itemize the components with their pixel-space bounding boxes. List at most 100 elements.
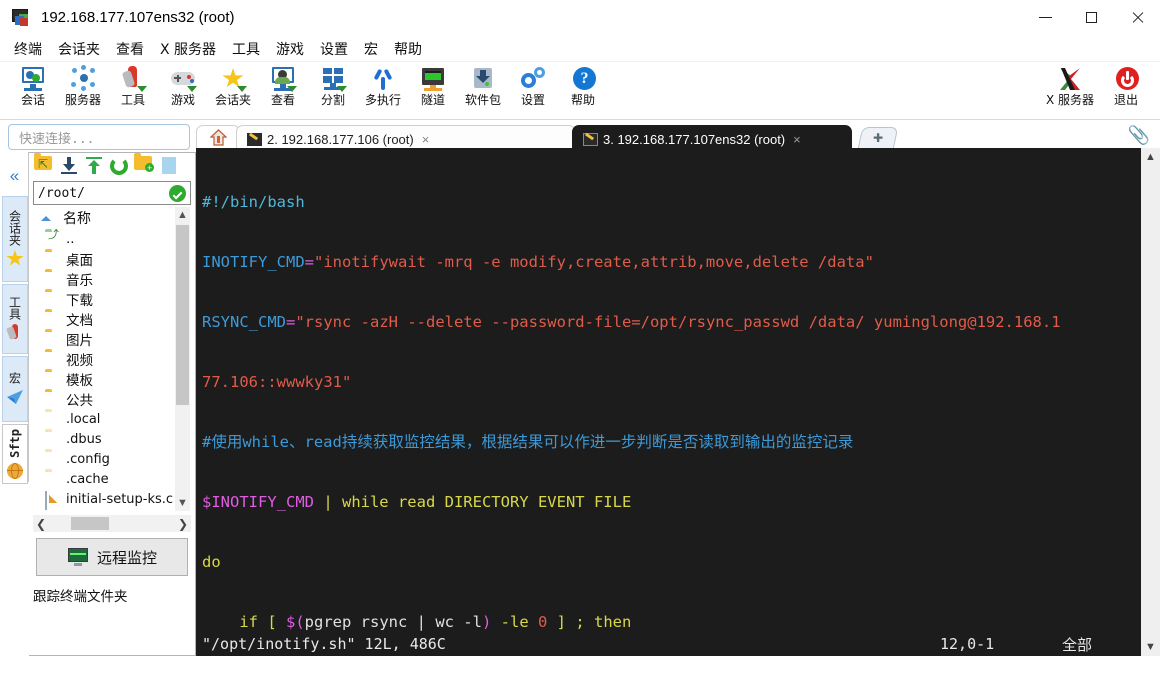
- servers-icon: [69, 65, 97, 93]
- sidebar-item-sftp[interactable]: Sftp: [2, 424, 28, 484]
- menu-item-settings[interactable]: 设置: [312, 37, 356, 61]
- tab-close-icon[interactable]: ×: [793, 132, 801, 147]
- menu-item-xserver[interactable]: X 服务器: [152, 37, 224, 61]
- scroll-down-icon[interactable]: ▼: [175, 495, 190, 511]
- chevron-down-icon[interactable]: ▼: [1141, 638, 1160, 656]
- scroll-left-icon[interactable]: ❮: [33, 517, 49, 531]
- parent-folder-icon[interactable]: ⇱: [34, 153, 54, 176]
- menu-item-macros[interactable]: 宏: [356, 37, 386, 61]
- list-item[interactable]: .config: [33, 449, 191, 469]
- chevron-up-icon[interactable]: ▲: [1141, 148, 1160, 166]
- close-button[interactable]: [1114, 0, 1160, 36]
- file-name: 文档: [66, 313, 93, 329]
- paperclip-icon[interactable]: 📎: [1126, 122, 1152, 148]
- terminal-scrollbar[interactable]: ▲ ▼: [1141, 148, 1160, 656]
- list-item[interactable]: ..: [33, 229, 191, 249]
- tab-label: 3. 192.168.177.107ens32 (root): [603, 132, 786, 147]
- scroll-right-icon[interactable]: ❯: [175, 517, 191, 531]
- list-item[interactable]: 模板: [33, 369, 191, 389]
- terminal-line: #使用while、read持续获取监控结果，根据结果可以作进一步判断是否读取到输…: [202, 433, 854, 451]
- menu-item-help[interactable]: 帮助: [386, 37, 430, 61]
- sidebar-item-macros[interactable]: 宏: [2, 356, 28, 422]
- file-list-vertical-scrollbar[interactable]: ▲ ▼: [175, 207, 190, 511]
- toolbar-button-session[interactable]: 会话: [8, 62, 58, 118]
- toolbar-right-group: X 服务器 退出: [1042, 62, 1160, 118]
- toolbar-label: 退出: [1113, 93, 1138, 107]
- status-scroll-indicator: 全部: [1062, 635, 1093, 654]
- remote-monitoring-button[interactable]: 远程监控: [36, 538, 188, 576]
- toolbar-button-packages[interactable]: 软件包: [458, 62, 508, 118]
- file-list-horizontal-scrollbar[interactable]: ❮ ❯: [33, 515, 191, 532]
- list-item[interactable]: 图片: [33, 329, 191, 349]
- new-folder-icon[interactable]: +: [134, 153, 154, 176]
- list-item[interactable]: .local: [33, 409, 191, 429]
- download-icon[interactable]: [59, 156, 79, 176]
- list-item[interactable]: 音乐: [33, 269, 191, 289]
- scroll-up-icon[interactable]: ▲: [175, 207, 190, 223]
- menu-item-terminal[interactable]: 终端: [6, 37, 50, 61]
- file-list[interactable]: .. 桌面 音乐 下载 文档 图片 视频 模板 公共 .local .dbus …: [33, 229, 191, 511]
- sidebar-item-sessions[interactable]: 会话夹: [2, 196, 28, 282]
- globe-icon: [6, 462, 24, 479]
- toolbar-button-xserver[interactable]: X 服务器: [1042, 62, 1098, 118]
- toolbar-button-sessions-folder[interactable]: 会话夹: [208, 62, 258, 118]
- menu-bar: 终端 会话夹 查看 X 服务器 工具 游戏 设置 宏 帮助: [0, 36, 1160, 62]
- list-item[interactable]: 文档: [33, 309, 191, 329]
- scrollbar-thumb[interactable]: [71, 517, 109, 530]
- terminal-line: do: [202, 553, 221, 571]
- hidden-folder-icon: [45, 452, 62, 466]
- sidebar-item-tools[interactable]: 工具: [2, 284, 28, 354]
- tools-icon: [6, 324, 24, 342]
- list-item[interactable]: 视频: [33, 349, 191, 369]
- file-list-header[interactable]: 名称: [33, 207, 191, 229]
- window-controls: [1022, 0, 1160, 36]
- list-item[interactable]: anaconda-ks.cfg: [33, 509, 191, 511]
- toolbar-button-help[interactable]: ? 帮助: [558, 62, 608, 118]
- tab-close-icon[interactable]: ×: [422, 132, 430, 147]
- list-item[interactable]: .cache: [33, 469, 191, 489]
- terminal-icon: [583, 132, 598, 146]
- upload-icon[interactable]: [84, 156, 104, 176]
- hidden-folder-icon: [45, 472, 62, 486]
- maximize-button[interactable]: [1068, 0, 1114, 36]
- sidebar-item-label: 宏: [7, 372, 22, 384]
- scrollbar-thumb[interactable]: [176, 225, 189, 405]
- menu-item-sessions[interactable]: 会话夹: [50, 37, 108, 61]
- list-item[interactable]: .dbus: [33, 429, 191, 449]
- terminal-line: INOTIFY_CMD="inotifywait -mrq -e modify,…: [202, 253, 874, 271]
- menu-item-games[interactable]: 游戏: [268, 37, 312, 61]
- sftp-file-browser: ⇱ + /root/ 名称 .. 桌面 音乐 下载 文档 图片 视频 模板 公共…: [29, 152, 196, 656]
- collapse-chevrons-icon[interactable]: «: [2, 162, 27, 190]
- new-file-icon[interactable]: [159, 156, 179, 176]
- list-item[interactable]: initial-setup-ks.c: [33, 489, 191, 510]
- toolbar-button-split[interactable]: 分割: [308, 62, 358, 118]
- file-name: .config: [66, 451, 110, 467]
- toolbar-button-servers[interactable]: 服务器: [58, 62, 108, 118]
- toolbar-button-tools[interactable]: 工具: [108, 62, 158, 118]
- minimize-button[interactable]: [1022, 0, 1068, 36]
- toolbar-button-tunneling[interactable]: 隧道: [408, 62, 458, 118]
- menu-item-tools[interactable]: 工具: [224, 37, 268, 61]
- file-browser-toolbar: ⇱ +: [29, 153, 195, 179]
- toolbar-button-view[interactable]: 查看: [258, 62, 308, 118]
- window-bottom-strip: [0, 656, 1160, 675]
- list-item[interactable]: 下载: [33, 289, 191, 309]
- menu-item-view[interactable]: 查看: [108, 37, 152, 61]
- refresh-icon[interactable]: [109, 156, 129, 176]
- check-circle-icon[interactable]: [169, 184, 186, 202]
- list-item[interactable]: 公共: [33, 389, 191, 409]
- toolbar-label: 工具: [120, 93, 145, 107]
- sidebar-item-label: 工具: [7, 296, 22, 320]
- list-item[interactable]: 桌面: [33, 249, 191, 269]
- new-tab-button[interactable]: ✚: [857, 127, 899, 149]
- toolbar-button-settings[interactable]: 设置: [508, 62, 558, 118]
- terminal-pane[interactable]: #!/bin/bash INOTIFY_CMD="inotifywait -mr…: [196, 148, 1160, 656]
- toolbar-button-exit[interactable]: 退出: [1098, 62, 1154, 118]
- toolbar-button-games[interactable]: 游戏: [158, 62, 208, 118]
- quick-connect-input[interactable]: 快速连接...: [8, 124, 190, 150]
- terminal-content: #!/bin/bash INOTIFY_CMD="inotifywait -mr…: [202, 152, 1140, 656]
- file-name: .cache: [66, 471, 109, 487]
- toolbar-button-multiexec[interactable]: 多执行: [358, 62, 408, 118]
- toolbar-label: 会话: [20, 93, 45, 107]
- path-input[interactable]: /root/: [33, 181, 191, 205]
